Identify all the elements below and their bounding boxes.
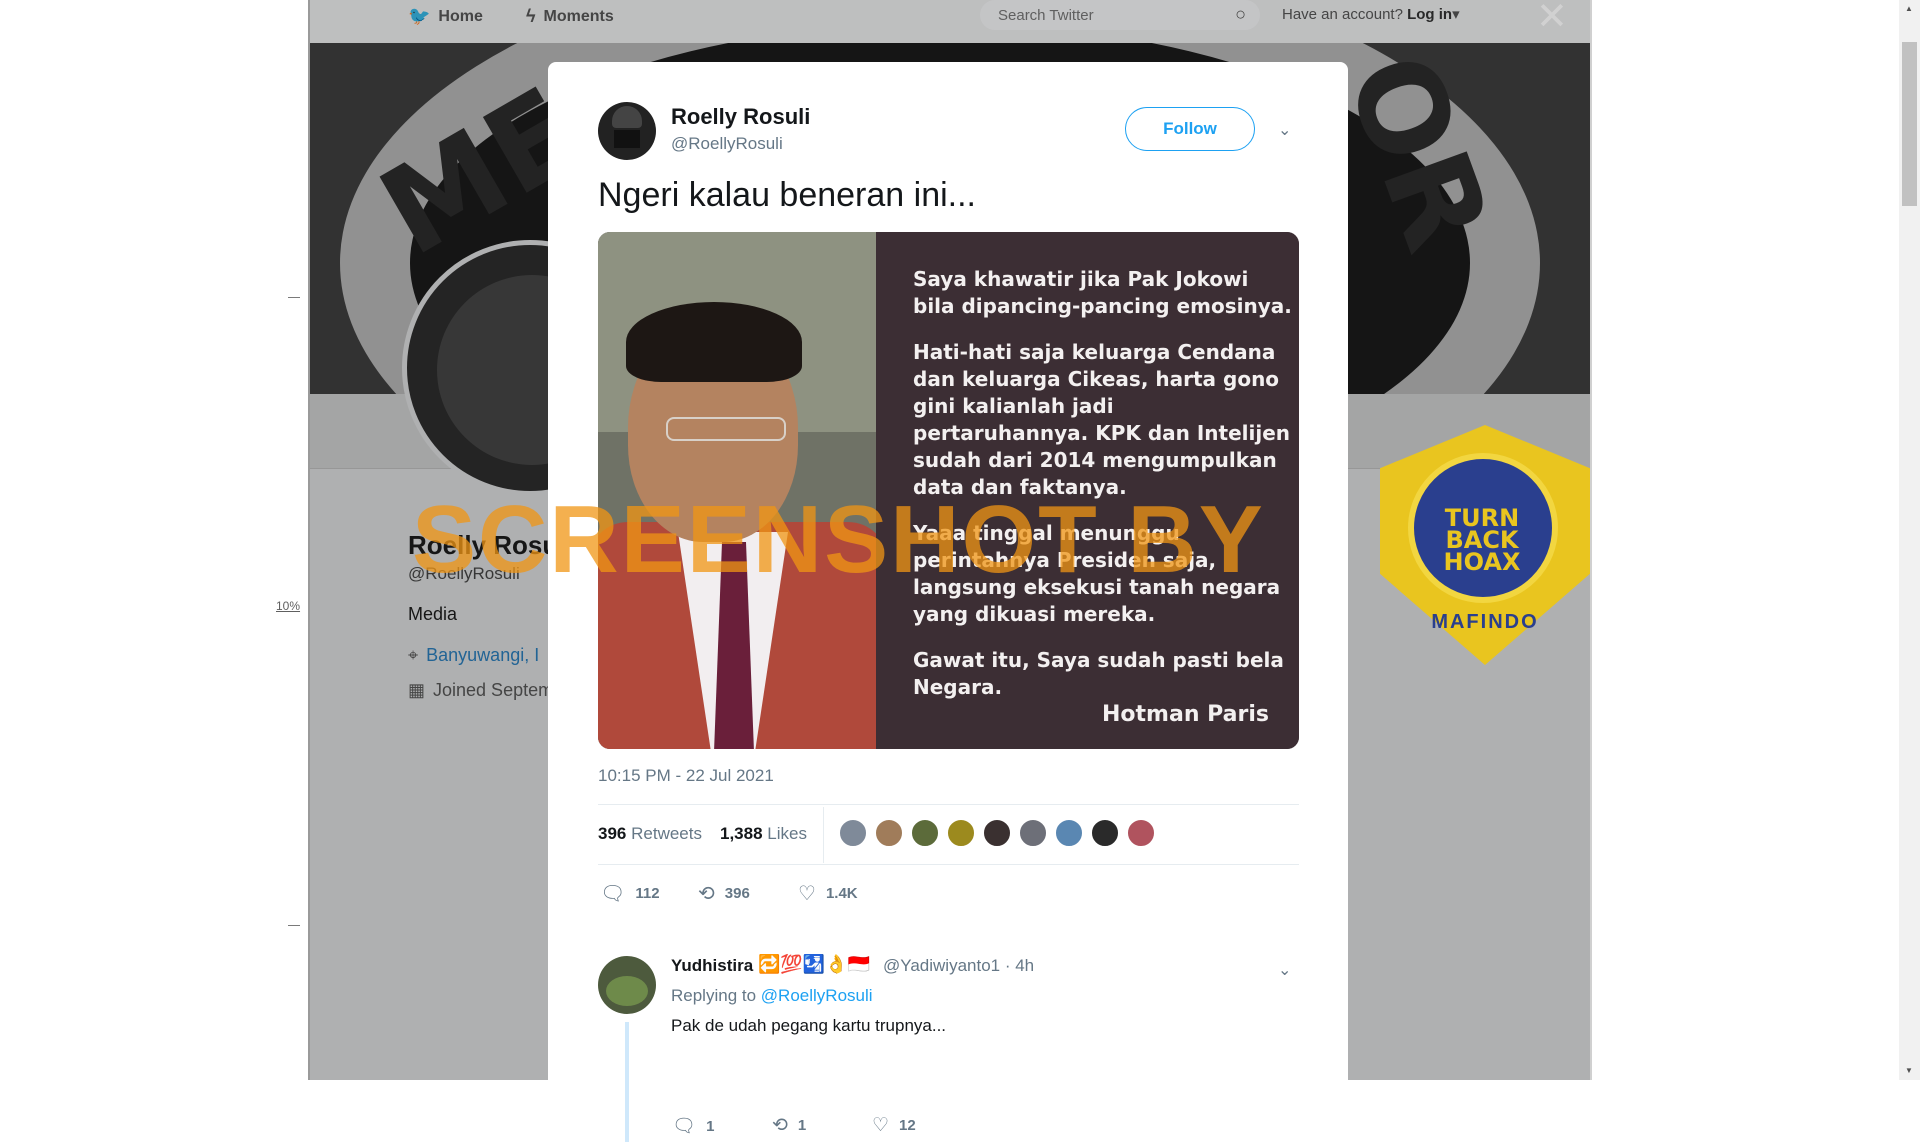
image-quote-author: Hotman Paris <box>1102 702 1269 727</box>
like-action[interactable]: ♡ 1.4K <box>798 881 858 906</box>
page-scrollbar[interactable]: ▲ ▼ <box>1899 0 1920 1080</box>
liker-avatar[interactable] <box>946 818 976 848</box>
reply-retweet-action[interactable]: ⟲ 1 <box>772 1114 806 1137</box>
badge-org-name: MAFINDO <box>1431 611 1539 633</box>
ruler-mark <box>288 297 300 298</box>
likes-label: Likes <box>767 824 807 843</box>
ruler-mark <box>288 925 300 926</box>
tweet-timestamp[interactable]: 10:15 PM - 22 Jul 2021 <box>598 766 774 786</box>
reply-icon: 🗨 <box>600 883 626 905</box>
like-count: 1.4K <box>825 885 858 902</box>
screenshot-watermark: SCREENSHOT BY <box>412 486 1265 593</box>
chevron-down-icon[interactable]: ⌄ <box>1278 120 1291 140</box>
scrollbar-thumb[interactable] <box>1902 42 1917 206</box>
divider <box>598 804 1299 805</box>
replying-prefix: Replying to <box>671 986 757 1005</box>
badge-turn-back-hoax: TURN BACK HOAX <box>1412 506 1552 576</box>
quote-paragraph: Gawat itu, Saya sudah pasti bela Negara. <box>913 648 1284 699</box>
liker-avatar[interactable] <box>982 818 1012 848</box>
reply-reply-count: 1 <box>706 1117 715 1135</box>
reply-author-emoji: 🔁💯🛂👌🇮🇩 <box>758 954 871 974</box>
reply-reply-action[interactable]: 🗨 1 <box>672 1114 714 1138</box>
retweets-stat[interactable]: 396 Retweets <box>598 824 702 844</box>
likes-count: 1,388 <box>720 824 763 843</box>
follow-button[interactable]: Follow <box>1125 107 1255 151</box>
retweets-count: 396 <box>598 824 627 843</box>
reply-text: Pak de udah pegang kartu trupnya... <box>671 1016 947 1035</box>
quote-paragraph: Saya khawatir jika Pak Jokowi bila dipan… <box>913 267 1292 318</box>
liker-avatar[interactable] <box>838 818 868 848</box>
reply-retweet-count: 1 <box>797 1117 807 1134</box>
stat-separator <box>823 807 824 863</box>
liker-avatar[interactable] <box>1018 818 1048 848</box>
likers-avatars <box>838 818 1156 848</box>
mafindo-badge: TURN BACK HOAX MAFINDO <box>1380 425 1590 665</box>
reply-like-action[interactable]: ♡ 12 <box>872 1114 916 1137</box>
retweet-icon: ⟲ <box>772 1115 788 1136</box>
heart-icon: ♡ <box>798 883 816 905</box>
reply-author-handle[interactable]: @Yadiwiyanto1 · 4h <box>883 956 1034 976</box>
reply-like-count: 12 <box>899 1117 916 1134</box>
retweet-icon: ⟲ <box>698 883 715 905</box>
tweet-text: Ngeri kalau beneran ini... <box>598 176 977 214</box>
chevron-down-icon[interactable]: ⌄ <box>1278 960 1291 980</box>
author-handle[interactable]: @RoellyRosuli <box>671 134 783 154</box>
scroll-down-icon[interactable]: ▼ <box>1905 1066 1913 1075</box>
author-avatar[interactable] <box>598 102 656 160</box>
reply-avatar[interactable] <box>598 956 656 1014</box>
reply-author-name[interactable]: Yudhistira <box>671 956 753 976</box>
replying-to: Replying to @RoellyRosuli <box>671 986 873 1006</box>
heart-icon: ♡ <box>872 1115 890 1136</box>
left-margin: 10% <box>0 0 310 1080</box>
retweet-count: 396 <box>724 885 750 902</box>
liker-avatar[interactable] <box>874 818 904 848</box>
retweet-action[interactable]: ⟲ 396 <box>698 881 750 906</box>
author-name[interactable]: Roelly Rosuli <box>671 104 810 130</box>
liker-avatar[interactable] <box>1126 818 1156 848</box>
reply-count: 112 <box>635 885 660 902</box>
thread-line <box>625 1022 629 1142</box>
liker-avatar[interactable] <box>1054 818 1084 848</box>
reply-icon: 🗨 <box>672 1116 697 1137</box>
replying-to-link[interactable]: @RoellyRosuli <box>761 986 873 1005</box>
badge-line-3: HOAX <box>1443 548 1521 576</box>
scroll-up-icon[interactable]: ▲ <box>1905 4 1913 13</box>
reply-action[interactable]: 🗨 112 <box>600 881 660 906</box>
liker-avatar[interactable] <box>910 818 940 848</box>
zoom-percent-label[interactable]: 10% <box>276 599 300 613</box>
quote-paragraph: Hati-hati saja keluarga Cendana dan kelu… <box>913 340 1291 499</box>
divider <box>598 864 1299 865</box>
retweets-label: Retweets <box>631 824 702 843</box>
likes-stat[interactable]: 1,388 Likes <box>720 824 807 844</box>
liker-avatar[interactable] <box>1090 818 1120 848</box>
right-margin <box>1590 0 1920 1080</box>
